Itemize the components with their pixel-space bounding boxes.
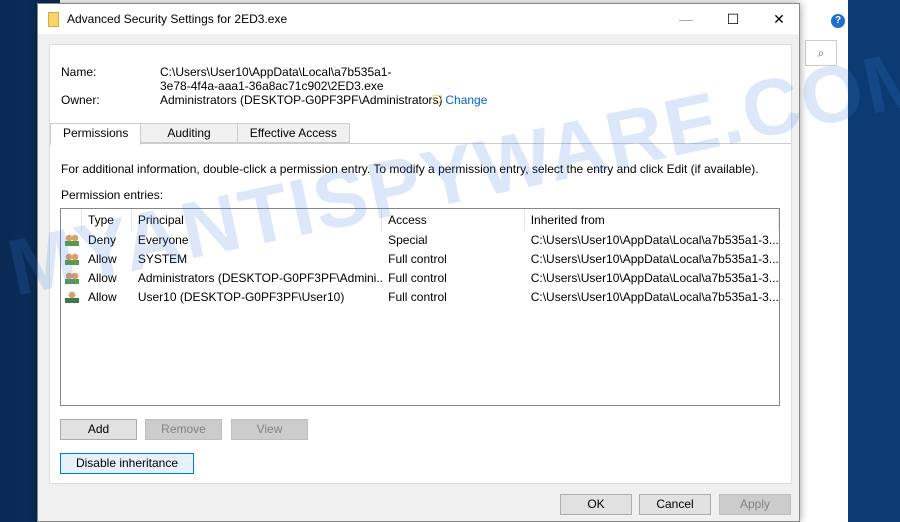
row-access: Special [388, 233, 428, 247]
security-dialog: Advanced Security Settings for 2ED3.exe … [37, 3, 800, 522]
tab-effective-access[interactable]: Effective Access [236, 123, 350, 143]
row-access: Full control [388, 290, 447, 304]
remove-button[interactable]: Remove [145, 419, 222, 440]
row-type: Allow [87, 252, 117, 266]
owner-value: Administrators (DESKTOP-G0PF3PF\Administ… [160, 93, 443, 107]
user-group-icon [65, 291, 79, 303]
disable-inheritance-button[interactable]: Disable inheritance [60, 453, 194, 474]
col-icon [61, 209, 82, 231]
permission-entries-list[interactable]: Type Principal Access Inherited from Den… [60, 208, 780, 406]
minimize-button[interactable]: — [663, 4, 709, 34]
col-principal[interactable]: Principal [132, 209, 383, 231]
shield-icon: ⛉ [433, 93, 443, 107]
search-icon[interactable]: ⌕ [805, 40, 837, 66]
tab-bar: Permissions Auditing Effective Access [50, 123, 350, 145]
close-button[interactable]: ✕ [756, 4, 802, 34]
user-group-icon [65, 234, 79, 246]
table-row[interactable]: Allow SYSTEM Full control C:\Users\User1… [61, 250, 779, 269]
content-panel: Name: C:\Users\User10\AppData\Local\a7b53… [49, 44, 792, 484]
row-access: Full control [388, 271, 447, 285]
row-principal: Administrators (DESKTOP-G0PF3PF\Admini..… [137, 271, 383, 285]
owner-label: Owner: [61, 93, 100, 107]
row-inherited-from: C:\Users\User10\AppData\Local\a7b535a1-3… [530, 233, 779, 247]
window-title: Advanced Security Settings for 2ED3.exe [67, 12, 288, 26]
row-inherited-from: C:\Users\User10\AppData\Local\a7b535a1-3… [530, 271, 779, 285]
table-row[interactable]: Allow User10 (DESKTOP-G0PF3PF\User10) Fu… [61, 288, 779, 307]
tab-permissions[interactable]: Permissions [50, 123, 142, 145]
user-group-icon [65, 272, 79, 284]
help-icon[interactable]: ? [831, 14, 845, 28]
info-text: For additional information, double-click… [61, 162, 759, 176]
table-row[interactable]: Deny Everyone Special C:\Users\User10\Ap… [61, 231, 779, 250]
col-access[interactable]: Access [382, 209, 525, 231]
add-button[interactable]: Add [60, 419, 137, 440]
tab-auditing[interactable]: Auditing [140, 123, 238, 143]
view-button[interactable]: View [231, 419, 308, 440]
change-owner-link[interactable]: Change [445, 93, 487, 107]
list-header: Type Principal Access Inherited from [61, 209, 779, 231]
name-value: C:\Users\User10\AppData\Local\a7b535a1-3… [160, 65, 392, 93]
col-type[interactable]: Type [82, 209, 132, 231]
folder-icon [48, 11, 59, 27]
row-principal: SYSTEM [137, 252, 188, 266]
table-row[interactable]: Allow Administrators (DESKTOP-G0PF3PF\Ad… [61, 269, 779, 288]
col-inherited-from[interactable]: Inherited from [525, 209, 779, 231]
row-principal: User10 (DESKTOP-G0PF3PF\User10) [137, 290, 345, 304]
row-access: Full control [388, 252, 447, 266]
row-principal: Everyone [137, 233, 189, 247]
row-inherited-from: C:\Users\User10\AppData\Local\a7b535a1-3… [530, 252, 779, 266]
maximize-button[interactable]: ☐ [710, 4, 756, 34]
name-label: Name: [61, 65, 97, 79]
row-inherited-from: C:\Users\User10\AppData\Local\a7b535a1-3… [530, 290, 779, 304]
row-type: Allow [87, 290, 117, 304]
cancel-button[interactable]: Cancel [639, 494, 711, 515]
row-type: Allow [87, 271, 117, 285]
ok-button[interactable]: OK [560, 494, 632, 515]
desktop [848, 0, 900, 522]
row-type: Deny [87, 233, 116, 247]
user-group-icon [65, 253, 79, 265]
apply-button[interactable]: Apply [719, 494, 791, 515]
permission-entries-label: Permission entries: [61, 188, 164, 202]
